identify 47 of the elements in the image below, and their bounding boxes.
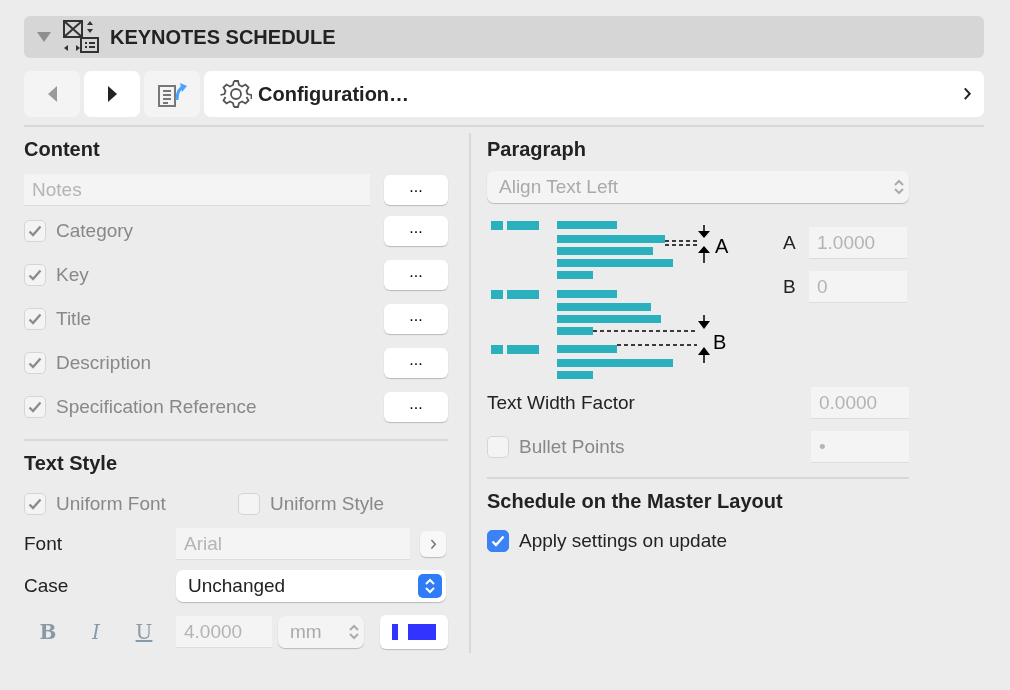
chevron-button[interactable] xyxy=(420,531,446,557)
checkmark-icon xyxy=(28,313,42,325)
configuration-button[interactable]: Configuration… xyxy=(204,71,984,117)
chevron-right-icon xyxy=(429,538,437,550)
field-label: Font xyxy=(24,531,64,556)
checkbox-label: Uniform Style xyxy=(270,491,385,516)
checkmark-icon xyxy=(491,535,505,547)
up-down-chevron-icon xyxy=(348,623,360,641)
field-label: B xyxy=(783,274,797,299)
chevron-right-icon xyxy=(963,87,972,101)
export-list-button[interactable] xyxy=(144,71,200,117)
checkbox-label: Category xyxy=(56,218,134,243)
forward-button[interactable] xyxy=(84,71,140,117)
checkmark-icon xyxy=(28,498,42,510)
field-label: Case xyxy=(24,573,70,598)
checkmark-icon xyxy=(28,225,42,237)
checkbox-label: Specification Reference xyxy=(56,394,257,419)
diagram-label: A xyxy=(715,235,729,257)
checkbox-label: Description xyxy=(56,350,152,375)
unit-dropdown[interactable]: mm xyxy=(278,616,364,648)
checkbox-label: Apply settings on update xyxy=(519,528,728,553)
collapse-triangle-icon[interactable] xyxy=(36,31,52,43)
checkbox-label: Key xyxy=(56,262,89,287)
section-heading: Schedule on the Master Layout xyxy=(487,489,784,514)
section-heading: Paragraph xyxy=(487,137,587,162)
field-label: A xyxy=(783,230,797,255)
diagram-label: B xyxy=(713,331,727,353)
case-dropdown[interactable]: Unchanged xyxy=(176,570,446,602)
checkmark-icon xyxy=(28,357,42,369)
pen-color-button[interactable] xyxy=(380,615,448,649)
checkmark-icon xyxy=(28,269,42,281)
schedule-icon xyxy=(62,19,100,55)
checkbox-label: Bullet Points xyxy=(519,434,625,459)
gear-icon xyxy=(220,78,252,110)
bold-button[interactable]: B xyxy=(24,617,72,647)
section-heading: Text Style xyxy=(24,451,118,476)
checkbox-label: Uniform Font xyxy=(56,491,166,516)
up-down-chevron-icon xyxy=(893,178,905,196)
section-heading: Content xyxy=(24,137,101,162)
italic-button[interactable]: I xyxy=(72,617,120,647)
underline-button[interactable]: U xyxy=(120,617,168,647)
panel-title: KEYNOTES SCHEDULE xyxy=(110,25,336,50)
checkbox-label: Title xyxy=(56,306,92,331)
checkmark-icon xyxy=(28,401,42,413)
checkbox[interactable] xyxy=(487,530,509,552)
up-down-chevron-icon xyxy=(424,577,436,595)
field-label: Text Width Factor xyxy=(487,390,635,415)
